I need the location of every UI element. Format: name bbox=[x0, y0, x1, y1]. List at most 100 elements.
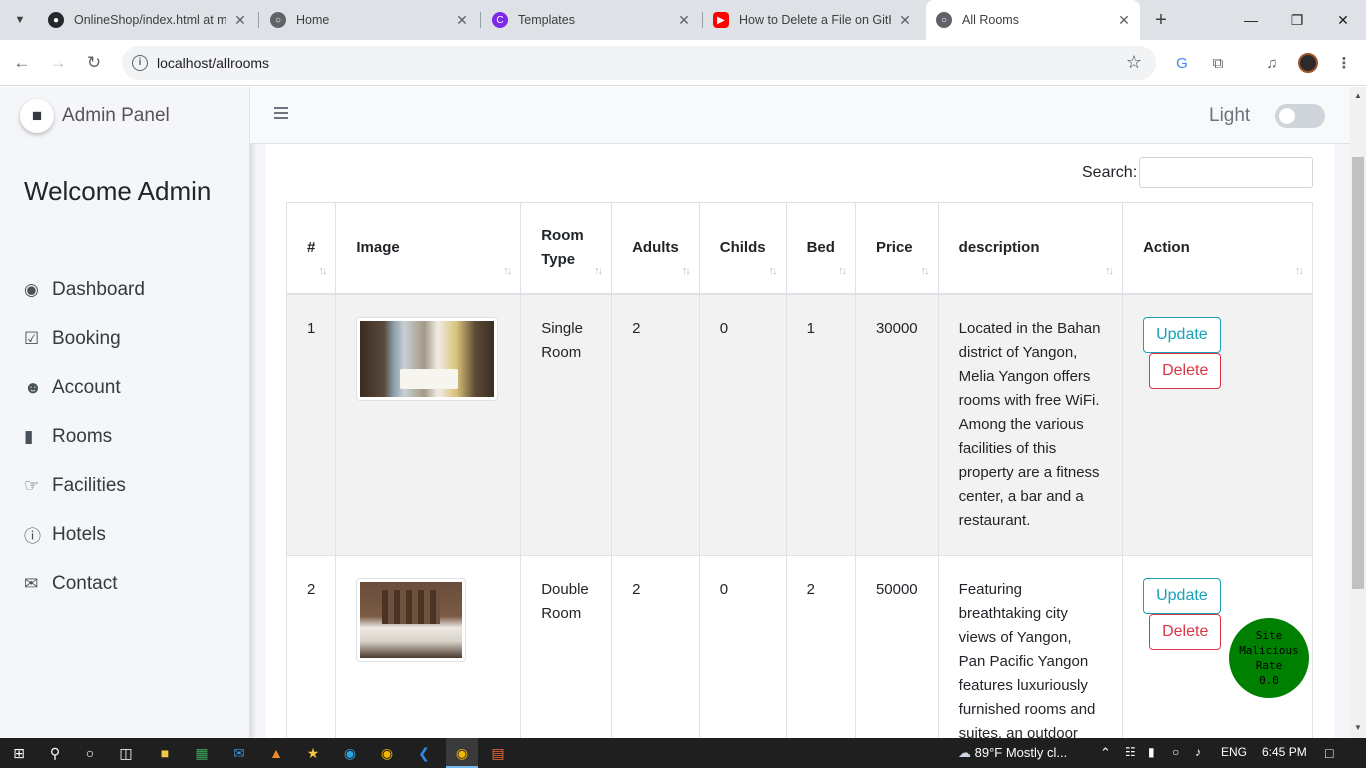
search-icon[interactable]: ⚲ bbox=[44, 742, 66, 764]
canva-icon: C bbox=[492, 12, 508, 28]
column-header-bed[interactable]: Bed ↑↓ bbox=[785, 202, 856, 295]
translate-icon[interactable]: G bbox=[1170, 51, 1194, 75]
new-tab-button[interactable]: + bbox=[1150, 9, 1172, 31]
tab-search-icon[interactable]: ▼ bbox=[8, 8, 32, 32]
url-text[interactable]: localhost/allrooms bbox=[157, 55, 269, 71]
browser-tab-youtube[interactable]: ▶ How to Delete a File on GitH ✕ bbox=[713, 6, 913, 34]
close-tab-icon[interactable]: ✕ bbox=[1116, 12, 1132, 29]
page-scrollbar[interactable]: ▲ ▼ bbox=[1350, 87, 1366, 738]
windows-start-icon[interactable]: ⊞ bbox=[8, 742, 30, 764]
sidebar-item-dashboard[interactable]: ◉ Dashboard bbox=[24, 265, 145, 314]
address-bar[interactable]: i localhost/allrooms ☆ bbox=[122, 46, 1156, 80]
tab-separator bbox=[702, 12, 703, 28]
restore-button[interactable]: ❐ bbox=[1274, 0, 1320, 40]
minimize-button[interactable]: — bbox=[1228, 0, 1274, 40]
cell-action: UpdateDelete bbox=[1122, 293, 1313, 556]
clock[interactable]: 6:45 PM bbox=[1262, 745, 1307, 759]
pinned-app-icon[interactable]: ★ bbox=[302, 742, 324, 764]
sidebar-item-rooms[interactable]: ▮ Rooms bbox=[24, 412, 145, 461]
toggle-knob bbox=[1279, 108, 1295, 124]
media-control-icon[interactable]: ♫ bbox=[1260, 51, 1284, 75]
close-tab-icon[interactable]: ✕ bbox=[897, 12, 913, 29]
column-header-action[interactable]: Action ↑↓ bbox=[1122, 202, 1313, 295]
hamburger-menu-icon[interactable] bbox=[274, 107, 288, 121]
delete-button[interactable]: Delete bbox=[1149, 613, 1222, 650]
edge-icon[interactable]: ◉ bbox=[339, 742, 361, 764]
sidebar-item-contact[interactable]: ✉ Contact bbox=[24, 559, 145, 608]
cell-number: 1 bbox=[285, 293, 337, 556]
language-indicator[interactable]: ENG bbox=[1221, 745, 1247, 759]
site-info-icon[interactable]: i bbox=[132, 55, 148, 71]
battery-icon[interactable]: ▮ bbox=[1148, 745, 1155, 759]
scroll-up-arrow-icon[interactable]: ▲ bbox=[1354, 91, 1362, 100]
close-tab-icon[interactable]: ✕ bbox=[232, 12, 248, 29]
browser-tab-home[interactable]: ○ Home ✕ bbox=[270, 6, 470, 34]
store-icon[interactable]: ▦ bbox=[191, 742, 213, 764]
sidebar-item-label: Account bbox=[52, 376, 121, 398]
meet-now-icon[interactable]: ○ bbox=[1172, 745, 1179, 759]
weather-widget[interactable]: ☁ 89°F Mostly cl... bbox=[958, 745, 1067, 761]
close-window-button[interactable]: ✕ bbox=[1320, 0, 1366, 40]
volume-icon[interactable]: ♪ bbox=[1195, 745, 1201, 759]
profile-avatar[interactable] bbox=[1296, 51, 1320, 75]
mail-icon[interactable]: ✉ bbox=[228, 742, 250, 764]
column-header-number[interactable]: # ↑↓ bbox=[285, 202, 337, 295]
network-icon[interactable]: ☷ bbox=[1125, 745, 1136, 759]
cell-childs: 0 bbox=[698, 554, 787, 738]
column-header-price[interactable]: Price ↑↓ bbox=[854, 202, 939, 295]
sidebar-item-facilities[interactable]: ☞ Facilities bbox=[24, 461, 145, 510]
browser-tab-templates[interactable]: C Templates ✕ bbox=[492, 6, 692, 34]
rooms-table-card: Search: # ↑↓ Image ↑↓ Room Type ↑↓ Adults ↑↓… bbox=[266, 144, 1334, 738]
delete-button[interactable]: Delete bbox=[1149, 352, 1222, 389]
table-row: 1 Single Room 2 0 1 30000 Located in the… bbox=[285, 293, 1313, 556]
task-view-icon[interactable]: ◫ bbox=[115, 742, 137, 764]
column-label: Price bbox=[875, 238, 913, 256]
forward-button[interactable]: → bbox=[46, 51, 70, 75]
extensions-icon[interactable]: ⧉ bbox=[1206, 51, 1230, 75]
search-input[interactable] bbox=[1139, 157, 1313, 188]
brand-text: Admin Panel bbox=[62, 105, 170, 126]
cortana-icon[interactable]: ○ bbox=[79, 742, 101, 764]
column-header-adults[interactable]: Adults ↑↓ bbox=[611, 202, 700, 295]
sort-icon: ↑↓ bbox=[681, 265, 691, 277]
globe-icon: ○ bbox=[936, 12, 952, 28]
update-button[interactable]: Update bbox=[1143, 316, 1221, 353]
column-header-image[interactable]: Image ↑↓ bbox=[335, 202, 522, 295]
notification-center-icon[interactable]: □ bbox=[1325, 745, 1333, 761]
browser-menu-icon[interactable]: ⋮ bbox=[1332, 51, 1356, 75]
sidebar-item-account[interactable]: ☻ Account bbox=[24, 363, 145, 412]
tab-title: How to Delete a File on GitH bbox=[739, 13, 891, 27]
chrome-icon[interactable]: ◉ bbox=[376, 742, 398, 764]
browser-tab-all-rooms[interactable]: ○ All Rooms ✕ bbox=[926, 0, 1140, 40]
badge-line: Site bbox=[1255, 629, 1283, 642]
close-tab-icon[interactable]: ✕ bbox=[454, 12, 470, 29]
close-tab-icon[interactable]: ✕ bbox=[676, 12, 692, 29]
scroll-down-arrow-icon[interactable]: ▼ bbox=[1354, 723, 1362, 732]
sidebar-item-hotels[interactable]: ⓘ Hotels bbox=[24, 510, 145, 559]
site-malicious-rate-badge[interactable]: Site Malicious Rate 0.0 bbox=[1229, 618, 1309, 698]
column-header-description[interactable]: description ↑↓ bbox=[937, 202, 1124, 295]
file-explorer-icon[interactable]: ■ bbox=[154, 742, 176, 764]
theme-toggle[interactable] bbox=[1275, 104, 1325, 128]
sort-icon: ↑↓ bbox=[1295, 265, 1304, 277]
table-header-row: # ↑↓ Image ↑↓ Room Type ↑↓ Adults ↑↓ Childs ↑… bbox=[285, 202, 1313, 295]
update-button[interactable]: Update bbox=[1143, 577, 1221, 614]
brand-link[interactable]: ■ Admin Panel bbox=[20, 99, 170, 133]
badge-line: Malicious bbox=[1239, 644, 1299, 657]
reload-button[interactable]: ↻ bbox=[82, 51, 106, 75]
cell-bed: 1 bbox=[785, 293, 856, 556]
show-hidden-icons-chevron-icon[interactable]: ⌃ bbox=[1100, 745, 1111, 761]
xampp-icon[interactable]: ▲ bbox=[265, 742, 287, 764]
xampp-control-icon[interactable]: ▤ bbox=[487, 742, 509, 764]
badge-line: Rate bbox=[1255, 659, 1283, 672]
sidebar-item-booking[interactable]: ☑ Booking bbox=[24, 314, 145, 363]
browser-tab-onlineshop[interactable]: ● OnlineShop/index.html at m ✕ bbox=[48, 6, 248, 34]
column-header-room-type[interactable]: Room Type ↑↓ bbox=[520, 202, 613, 295]
back-button[interactable]: ← bbox=[10, 51, 34, 75]
column-header-childs[interactable]: Childs ↑↓ bbox=[698, 202, 787, 295]
scrollbar-thumb[interactable] bbox=[1352, 157, 1364, 589]
bookmark-star-icon[interactable]: ☆ bbox=[1126, 52, 1142, 73]
brand-logo-icon: ■ bbox=[20, 99, 54, 133]
vscode-icon[interactable]: ❮ bbox=[413, 742, 435, 764]
chrome-active-icon[interactable]: ◉ bbox=[451, 742, 473, 764]
